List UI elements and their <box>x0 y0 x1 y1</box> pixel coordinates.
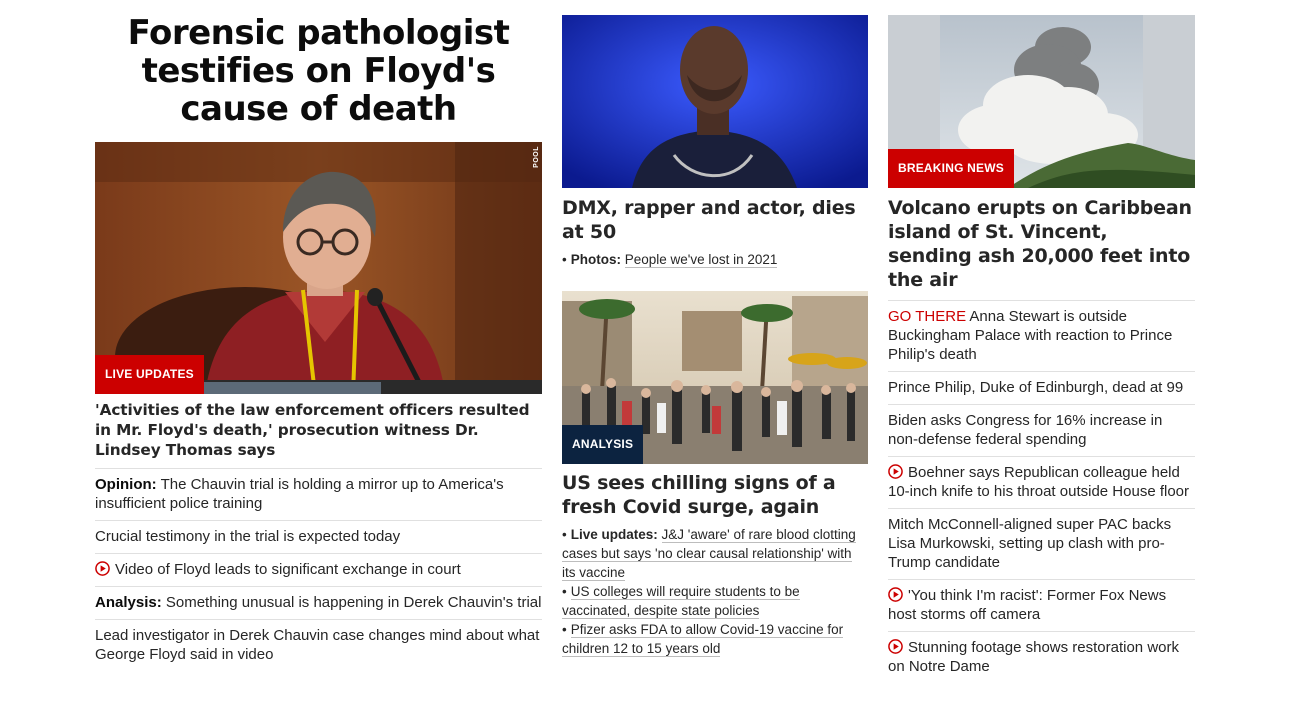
lead-story-column: Forensic pathologist testifies on Floyd'… <box>95 0 542 671</box>
story-link[interactable]: Prince Philip, Duke of Edinburgh, dead a… <box>888 379 1183 396</box>
pool-watermark: POOL <box>533 146 540 168</box>
volcano-story-image[interactable]: BREAKING NEWS <box>888 15 1195 188</box>
list-item[interactable]: Mitch McConnell-aligned super PAC backs … <box>888 508 1195 579</box>
list-item[interactable]: Biden asks Congress for 16% increase in … <box>888 404 1195 456</box>
list-item[interactable]: Boehner says Republican colleague held 1… <box>888 456 1195 508</box>
dmx-story-image[interactable] <box>562 15 868 188</box>
hero-headline[interactable]: Forensic pathologist testifies on Floyd'… <box>95 14 542 142</box>
play-video-icon <box>888 639 903 654</box>
live-updates-badge: LIVE UPDATES <box>95 355 204 394</box>
list-item[interactable]: GO THERE Anna Stewart is outside Bucking… <box>888 300 1195 371</box>
list-item[interactable]: Crucial testimony in the trial is expect… <box>95 520 542 553</box>
right-column: BREAKING NEWS Volcano erupts on Caribbea… <box>888 0 1195 683</box>
story-link[interactable]: Video of Floyd leads to significant exch… <box>115 561 461 578</box>
story-link[interactable]: Biden asks Congress for 16% increase in … <box>888 412 1162 448</box>
list-item[interactable]: Prince Philip, Duke of Edinburgh, dead a… <box>888 371 1195 404</box>
story-link[interactable]: Something unusual is happening in Derek … <box>166 594 542 611</box>
lead-story-headline[interactable]: 'Activities of the law enforcement offic… <box>95 400 542 468</box>
play-video-icon <box>888 587 903 602</box>
list-item[interactable]: Analysis: Something unusual is happening… <box>95 586 542 619</box>
link-prefix: Live updates: <box>570 527 658 542</box>
list-item[interactable]: Lead investigator in Derek Chauvin case … <box>95 619 542 671</box>
related-link[interactable]: US colleges will require students to be … <box>562 584 800 619</box>
list-item[interactable]: • Live updates: J&J 'aware' of rare blood… <box>562 525 868 582</box>
breaking-news-badge: BREAKING NEWS <box>888 149 1014 188</box>
play-video-icon <box>95 561 110 576</box>
dmx-photo <box>562 15 868 188</box>
list-item[interactable]: • Pfizer asks FDA to allow Covid-19 vacci… <box>562 620 868 658</box>
story-prefix: Analysis: <box>95 594 162 611</box>
link-prefix: Photos: <box>570 252 621 267</box>
story-link[interactable]: The Chauvin trial is holding a mirror up… <box>95 476 504 512</box>
story-link[interactable]: Stunning footage shows restoration work … <box>888 639 1179 675</box>
dmx-related-links: • Photos: People we've lost in 2021 <box>562 250 868 269</box>
story-link[interactable]: Lead investigator in Derek Chauvin case … <box>95 627 539 663</box>
related-link[interactable]: Pfizer asks FDA to allow Covid-19 vaccin… <box>562 622 844 657</box>
list-item[interactable]: • Photos: People we've lost in 2021 <box>562 250 868 269</box>
list-item[interactable]: • US colleges will require students to be… <box>562 582 868 620</box>
covid-headline[interactable]: US sees chilling signs of a fresh Covid … <box>562 471 868 519</box>
story-prefix: Opinion: <box>95 476 157 493</box>
list-item[interactable]: Opinion: The Chauvin trial is holding a … <box>95 468 542 520</box>
analysis-badge: ANALYSIS <box>562 425 644 464</box>
play-video-icon <box>888 464 903 479</box>
photos-link[interactable]: People we've lost in 2021 <box>624 252 778 268</box>
covid-story-image[interactable]: ANALYSIS <box>562 291 868 464</box>
list-item[interactable]: Stunning footage shows restoration work … <box>888 631 1195 683</box>
middle-column: DMX, rapper and actor, dies at 50 • Photo… <box>562 0 868 658</box>
list-item[interactable]: 'You think I'm racist': Former Fox News … <box>888 579 1195 631</box>
right-related-stories: GO THERE Anna Stewart is outside Bucking… <box>888 300 1195 683</box>
lead-related-stories: Opinion: The Chauvin trial is holding a … <box>95 468 542 671</box>
story-link[interactable]: Boehner says Republican colleague held 1… <box>888 464 1189 500</box>
dmx-headline[interactable]: DMX, rapper and actor, dies at 50 <box>562 196 868 244</box>
covid-related-links: • Live updates: J&J 'aware' of rare blood… <box>562 525 868 658</box>
story-link[interactable]: Crucial testimony in the trial is expect… <box>95 528 400 545</box>
story-link[interactable]: Mitch McConnell-aligned super PAC backs … <box>888 516 1171 571</box>
list-item[interactable]: Video of Floyd leads to significant exch… <box>95 553 542 586</box>
lead-story-image[interactable]: POOL LIVE UPDATES <box>95 142 542 394</box>
story-link[interactable]: 'You think I'm racist': Former Fox News … <box>888 587 1166 623</box>
volcano-headline[interactable]: Volcano erupts on Caribbean island of St… <box>888 196 1195 292</box>
go-there-label: GO THERE <box>888 308 967 325</box>
